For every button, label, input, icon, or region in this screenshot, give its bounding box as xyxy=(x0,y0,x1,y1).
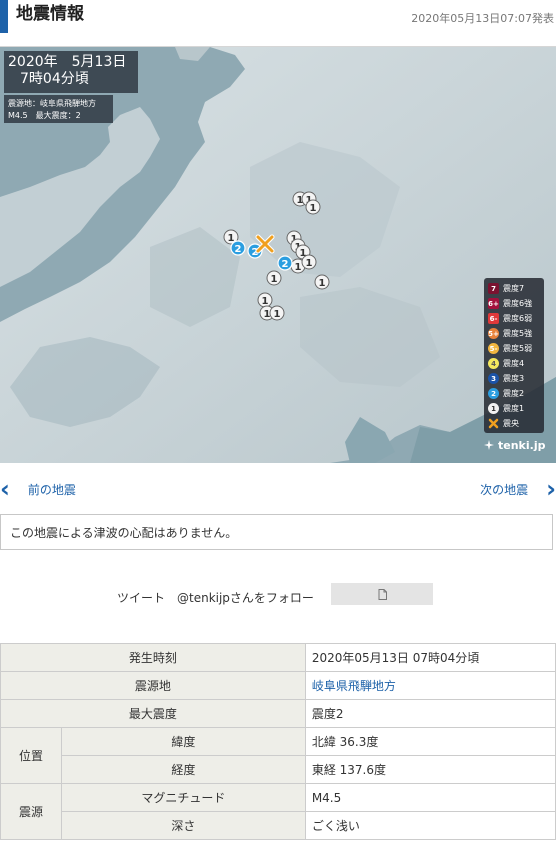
legend-swatch: 5+ xyxy=(488,328,499,339)
longitude-value: 東経 137.6度 xyxy=(304,755,556,784)
legend-item: 5- 震度5弱 xyxy=(488,341,540,356)
legend-label: 震度6弱 xyxy=(503,314,533,323)
svg-text:1: 1 xyxy=(262,296,269,307)
follow-text: ツイート @tenkijpさんをフォロー xyxy=(117,591,314,605)
svg-text:1: 1 xyxy=(264,309,271,320)
svg-text:2: 2 xyxy=(282,259,289,270)
intensity-legend: 7 震度7 6+ 震度6強 6- 震度6弱 5+ 震度5強 5- 震度5弱 4 震度4 3震… xyxy=(484,278,544,433)
svg-text:1: 1 xyxy=(295,262,302,273)
legend-swatch: 4 xyxy=(488,358,499,369)
tsunami-notice: この地震による津波の心配はありません。 xyxy=(0,514,553,550)
quake-navigation: ‹ 前の地震 次の地震 › xyxy=(0,472,556,506)
legend-label: 震度5強 xyxy=(503,329,533,338)
earthquake-map[interactable]: 2020年 5月13日 7時04分頃 震源地：岐阜県飛騨地方 M4.5 最大震度… xyxy=(0,47,556,463)
prev-quake-link[interactable]: ‹ 前の地震 xyxy=(0,472,76,506)
epicenter-legend-icon xyxy=(488,418,499,429)
legend-swatch: 5- xyxy=(488,343,499,354)
legend-item: 震央 xyxy=(488,416,540,431)
legend-label: 震度1 xyxy=(503,404,525,413)
legend-swatch: 6- xyxy=(488,313,499,324)
legend-label: 震度7 xyxy=(503,284,525,293)
legend-item: 2 震度2 xyxy=(488,386,540,401)
svg-text:1: 1 xyxy=(306,258,313,269)
occurred-label: 発生時刻 xyxy=(0,643,306,672)
table-row: 経度 東経 137.6度 xyxy=(1,755,556,784)
svg-text:2: 2 xyxy=(235,244,242,255)
position-label: 位置 xyxy=(0,727,62,784)
page-header: 地震情報 2020年05月13日07:07発表 xyxy=(0,0,556,47)
legend-swatch: 2 xyxy=(488,388,499,399)
page-title: 地震情報 xyxy=(16,4,84,24)
legend-item: 6+ 震度6強 xyxy=(488,296,540,311)
chevron-left-icon: ‹ xyxy=(0,475,10,503)
tenki-logo: tenki.jp xyxy=(484,439,545,452)
legend-item: 1 震度1 xyxy=(488,401,540,416)
intensity-markers: 1 1 1 1 1 1 1 1 1 1 1 1 1 1 2 2 2 xyxy=(223,191,330,321)
legend-item: 6- 震度6弱 xyxy=(488,311,540,326)
occurred-value: 2020年05月13日 07時04分頃 xyxy=(304,643,556,672)
svg-text:1: 1 xyxy=(310,203,317,214)
header-accent-bar xyxy=(0,0,8,33)
tenki-logo-icon xyxy=(484,440,494,450)
chevron-right-icon: › xyxy=(546,475,556,503)
magnitude-value: M4.5 xyxy=(304,783,556,812)
follow-button[interactable] xyxy=(331,583,433,605)
latitude-value: 北緯 36.3度 xyxy=(304,727,556,756)
table-row: 深さ ごく浅い xyxy=(1,811,556,840)
legend-item: 5+ 震度5強 xyxy=(488,326,540,341)
intensity-1-marker: 1 1 1 1 1 1 1 1 1 1 1 1 1 1 xyxy=(223,191,330,321)
epicenter-label: 震源地 xyxy=(0,671,306,700)
legend-item: 3 震度3 xyxy=(488,371,540,386)
legend-label: 震度4 xyxy=(503,359,525,368)
svg-text:1: 1 xyxy=(319,278,326,289)
table-row: 震源地 岐阜県飛騨地方 xyxy=(0,671,556,700)
legend-label: 震央 xyxy=(503,419,519,428)
legend-swatch: 6+ xyxy=(488,298,499,309)
next-quake-link[interactable]: 次の地震 › xyxy=(480,472,556,506)
announcement-time: 2020年05月13日07:07発表 xyxy=(411,12,554,25)
table-row: 位置 緯度 北緯 36.3度 xyxy=(0,727,556,784)
max-intensity-value: 震度2 xyxy=(304,699,556,728)
longitude-label: 経度 xyxy=(61,755,306,784)
legend-label: 震度6強 xyxy=(503,299,533,308)
legend-label: 震度2 xyxy=(503,389,525,398)
table-row: 発生時刻 2020年05月13日 07時04分頃 xyxy=(0,643,556,672)
prev-quake-label: 前の地震 xyxy=(27,482,76,497)
legend-label: 震度5弱 xyxy=(503,344,533,353)
source-label: 震源 xyxy=(0,783,62,840)
depth-label: 深さ xyxy=(61,811,306,840)
document-icon xyxy=(378,588,387,600)
brand-text: tenki.jp xyxy=(498,439,546,452)
magnitude-label: マグニチュード xyxy=(61,783,306,812)
latitude-label: 緯度 xyxy=(61,727,306,756)
table-row: 最大震度 震度2 xyxy=(0,699,556,728)
legend-item: 4 震度4 xyxy=(488,356,540,371)
legend-label: 震度3 xyxy=(503,374,525,383)
legend-swatch: 1 xyxy=(488,403,499,414)
svg-text:1: 1 xyxy=(274,309,281,320)
epicenter-marker xyxy=(255,234,275,254)
svg-text:1: 1 xyxy=(271,274,278,285)
follow-section: ツイート @tenkijpさんをフォロー xyxy=(0,583,556,607)
legend-swatch: 3 xyxy=(488,373,499,384)
table-row: 震源 マグニチュード M4.5 xyxy=(0,783,556,840)
next-quake-label: 次の地震 xyxy=(480,482,529,497)
epicenter-link[interactable]: 岐阜県飛騨地方 xyxy=(304,671,556,700)
legend-item: 7 震度7 xyxy=(488,281,540,296)
quake-details-table: 発生時刻 2020年05月13日 07時04分頃 震源地 岐阜県飛騨地方 最大震… xyxy=(0,643,556,840)
legend-swatch: 7 xyxy=(488,283,499,294)
depth-value: ごく浅い xyxy=(304,811,556,840)
max-intensity-label: 最大震度 xyxy=(0,699,306,728)
